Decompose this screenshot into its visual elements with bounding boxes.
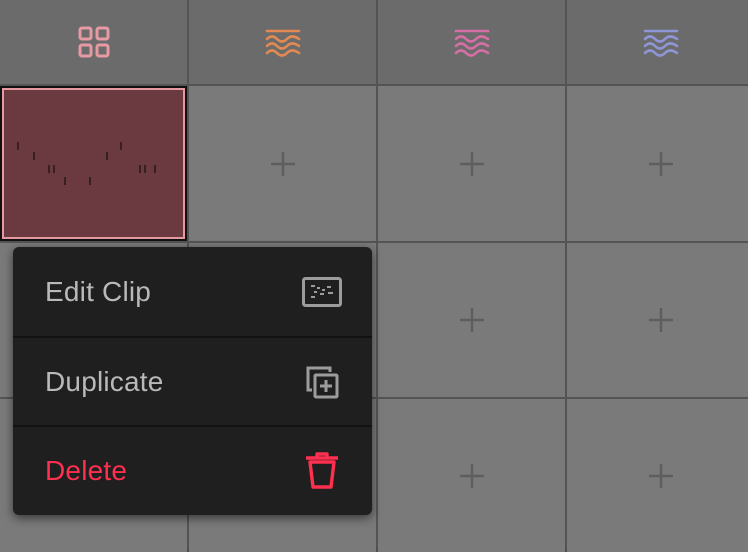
trash-icon	[302, 451, 342, 491]
plus-icon	[648, 463, 673, 488]
empty-slot[interactable]	[189, 86, 376, 241]
wave-icon	[643, 29, 678, 57]
plus-icon	[459, 308, 484, 332]
plus-icon	[648, 308, 673, 332]
empty-slot[interactable]	[567, 243, 748, 397]
menu-item-label: Edit Clip	[45, 275, 152, 307]
plus-icon	[459, 463, 484, 488]
track-header-3[interactable]	[378, 0, 565, 84]
clip-context-menu: Edit Clip Duplicate Delete	[13, 247, 372, 515]
clip-slot-1-1[interactable]	[0, 86, 187, 241]
empty-slot[interactable]	[378, 86, 565, 241]
track-header-4[interactable]	[567, 0, 748, 84]
grid-icon	[78, 26, 109, 58]
empty-slot[interactable]	[378, 243, 565, 397]
clip-notes-preview	[17, 142, 156, 185]
duplicate-icon	[302, 362, 342, 402]
plus-icon	[648, 151, 673, 176]
menu-item-label: Duplicate	[45, 365, 164, 397]
wave-icon	[265, 29, 300, 57]
track-header-1[interactable]	[0, 0, 187, 84]
menu-item-duplicate[interactable]: Duplicate	[13, 336, 372, 425]
piano-roll-icon	[302, 272, 342, 312]
menu-item-delete[interactable]: Delete	[13, 425, 372, 514]
empty-slot[interactable]	[378, 399, 565, 552]
menu-item-edit-clip[interactable]: Edit Clip	[13, 247, 372, 336]
empty-slot[interactable]	[567, 399, 748, 552]
plus-icon	[270, 151, 295, 176]
plus-icon	[459, 151, 484, 176]
midi-clip[interactable]	[2, 88, 185, 239]
empty-slot[interactable]	[567, 86, 748, 241]
wave-icon	[454, 29, 489, 57]
menu-item-label: Delete	[45, 454, 128, 486]
track-header-2[interactable]	[189, 0, 376, 84]
